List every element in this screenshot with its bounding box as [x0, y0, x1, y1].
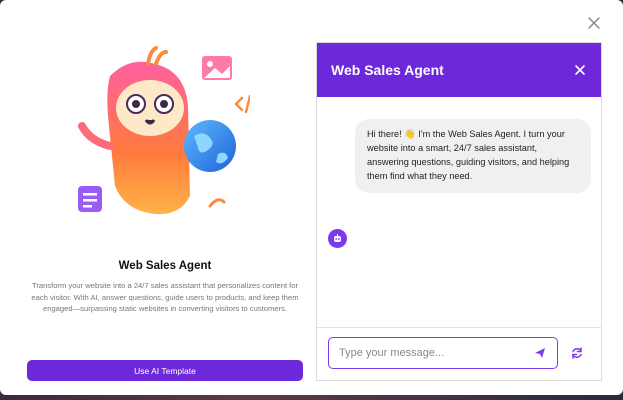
agent-mascot-illustration	[78, 46, 250, 215]
chat-header: Web Sales Agent	[317, 43, 601, 97]
message-list: Hi there! 👋 I'm the Web Sales Agent. I t…	[317, 97, 601, 328]
bot-avatar-icon	[328, 229, 347, 248]
chat-title: Web Sales Agent	[331, 62, 444, 78]
template-info-panel: Web Sales Agent Transform your website i…	[0, 42, 316, 387]
chat-preview-panel: Web Sales Agent Hi there! 👋 I'm the Web …	[316, 42, 602, 381]
image-icon	[202, 56, 232, 80]
close-icon[interactable]	[573, 63, 587, 77]
agent-title: Web Sales Agent	[118, 260, 212, 272]
refresh-icon[interactable]	[570, 346, 584, 360]
agent-description: Transform your website into a 24/7 sales…	[31, 281, 299, 313]
template-preview-modal: Web Sales Agent Transform your website i…	[0, 0, 623, 395]
use-ai-template-button[interactable]: Use AI Template	[27, 360, 303, 381]
close-icon[interactable]	[585, 14, 603, 32]
message-composer	[317, 329, 601, 381]
message-input[interactable]	[339, 347, 533, 359]
message-input-wrapper	[328, 337, 558, 369]
send-icon[interactable]	[533, 346, 547, 360]
code-icon	[234, 94, 250, 114]
document-icon	[78, 186, 102, 212]
bot-message-bubble: Hi there! 👋 I'm the Web Sales Agent. I t…	[355, 119, 591, 193]
